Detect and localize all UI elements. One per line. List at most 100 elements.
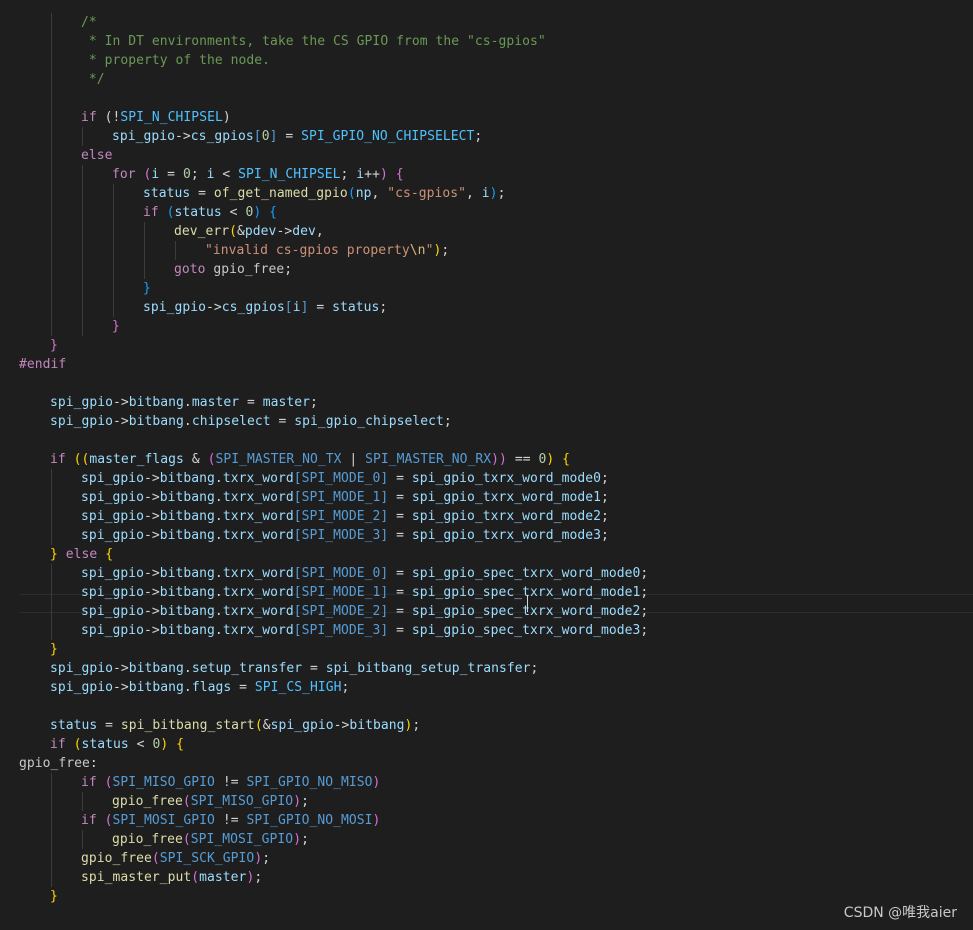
code-line[interactable]: spi_gpio->bitbang.txrx_word[SPI_MODE_0] … [81,469,609,488]
code-token: ; [600,471,609,486]
code-line[interactable]: spi_gpio->bitbang.txrx_word[SPI_MODE_1] … [81,583,648,602]
code-token: ( [158,205,175,220]
code-line[interactable]: * In DT environments, take the CS GPIO f… [81,32,546,51]
code-line[interactable]: } else { [50,545,113,564]
code-token: ( [254,718,263,733]
indent-guide [175,241,176,260]
code-line[interactable]: status = spi_bitbang_start(&spi_gpio->bi… [50,716,420,735]
code-token: spi_gpio [81,509,145,524]
code-line[interactable]: gpio_free(SPI_MISO_GPIO); [112,792,309,811]
code-token: . [183,661,192,676]
code-token: SPI_MOSI_GPIO [112,813,215,828]
code-token: bitbang [128,680,184,695]
code-token: ( [182,794,191,809]
code-token: . [214,490,223,505]
code-token: SPI_MOSI_GPIO [190,832,294,847]
code-token: txrx_word [222,509,294,524]
code-token: bitbang [159,528,215,543]
code-token: spi_gpio_txrx_word_mode1 [411,490,601,505]
code-line[interactable]: goto gpio_free; [174,260,292,279]
code-line[interactable]: spi_gpio->bitbang.chipselect = spi_gpio_… [50,412,452,431]
code-line[interactable]: else [81,146,113,165]
code-line[interactable]: } [50,640,58,659]
code-line[interactable]: if (status < 0) { [50,735,184,754]
code-token: , [315,224,324,239]
code-line[interactable]: for (i = 0; i < SPI_N_CHIPSEL; i++) { [112,165,404,184]
code-token: gpio_free [213,262,285,277]
code-line[interactable]: gpio_free: [19,754,98,773]
code-token: spi_gpio [50,395,114,410]
code-token: SPI_MASTER_NO_TX [215,452,342,467]
code-token: = [308,300,333,315]
code-line[interactable]: spi_gpio->cs_gpios[i] = status; [143,298,387,317]
code-line[interactable]: if (!SPI_N_CHIPSEL) [81,108,231,127]
code-token: spi_gpio_spec_txrx_word_mode3 [411,623,641,638]
code-line[interactable]: */ [81,70,105,89]
code-token: status [143,186,191,201]
code-token: = [388,490,412,505]
code-token: SPI_GPIO_NO_CHIPSELECT [301,129,475,144]
code-token: spi_gpio [81,490,145,505]
code-token: spi_gpio [50,680,114,695]
code-token: ; [443,414,452,429]
code-line[interactable]: } [50,887,58,906]
code-token: dev_err [174,224,230,239]
code-line[interactable]: spi_gpio->bitbang.master = master; [50,393,318,412]
code-line[interactable]: if (status < 0) { [143,203,277,222]
indent-guide [82,792,83,811]
code-token: ; [412,718,421,733]
code-line[interactable]: spi_gpio->bitbang.txrx_word[SPI_MODE_3] … [81,526,609,545]
code-token: SPI_GPIO_NO_MISO [246,775,373,790]
code-token: = [388,528,412,543]
code-line[interactable]: spi_gpio->bitbang.txrx_word[SPI_MODE_3] … [81,621,648,640]
code-token: , [466,186,482,201]
code-line[interactable]: spi_gpio->bitbang.flags = SPI_CS_HIGH; [50,678,349,697]
code-line[interactable]: spi_gpio->bitbang.txrx_word[SPI_MODE_2] … [81,602,648,621]
code-token: } [143,281,151,296]
code-editor[interactable]: /* * In DT environments, take the CS GPI… [0,0,973,930]
code-line[interactable]: gpio_free(SPI_MOSI_GPIO); [112,830,309,849]
code-token: != [214,813,247,828]
code-line[interactable]: spi_gpio->bitbang.txrx_word[SPI_MODE_2] … [81,507,609,526]
code-token: -> [144,623,160,638]
code-line[interactable]: spi_gpio->bitbang.txrx_word[SPI_MODE_0] … [81,564,648,583]
code-line[interactable]: * property of the node. [81,51,270,70]
code-token: status [50,718,98,733]
code-token: master_flags [89,452,184,467]
code-token: ) { [160,737,184,752]
code-token: else [81,148,113,163]
code-line[interactable]: spi_master_put(master); [81,868,262,887]
code-line[interactable]: } [50,336,58,355]
code-line[interactable]: if ((master_flags & (SPI_MASTER_NO_TX | … [50,450,570,469]
code-token: spi_gpio [270,718,334,733]
code-line[interactable]: status = of_get_named_gpio(np, "cs-gpios… [143,184,505,203]
code-line[interactable]: spi_gpio->cs_gpios[0] = SPI_GPIO_NO_CHIP… [112,127,482,146]
code-line[interactable]: gpio_free(SPI_SCK_GPIO); [81,849,270,868]
indent-guide [144,222,145,279]
code-token: spi_gpio [81,604,145,619]
code-line[interactable]: spi_gpio->bitbang.setup_transfer = spi_b… [50,659,538,678]
code-token: < [128,737,153,752]
code-token: ; [600,509,609,524]
code-token: spi_gpio [143,300,207,315]
code-token: gpio_free [112,832,183,847]
code-token: = [239,395,263,410]
indent-guide [51,773,52,887]
code-line[interactable]: /* [81,13,97,32]
code-line[interactable]: "invalid cs-gpios property\n"); [205,241,449,260]
code-token: SPI_MODE_3 [301,623,381,638]
code-line[interactable]: if (SPI_MOSI_GPIO != SPI_GPIO_NO_MOSI) [81,811,380,830]
code-line[interactable]: dev_err(&pdev->dev, [174,222,324,241]
code-line[interactable]: } [143,279,151,298]
code-line[interactable]: #endif [19,355,66,374]
code-line[interactable]: } [112,317,120,336]
code-line[interactable]: if (SPI_MISO_GPIO != SPI_GPIO_NO_MISO) [81,773,380,792]
code-token: ; [441,243,450,258]
code-line[interactable]: spi_gpio->bitbang.txrx_word[SPI_MODE_1] … [81,488,609,507]
code-token: pdev [244,224,277,239]
code-token: ; [262,851,271,866]
code-token: = [190,186,214,201]
code-token: "invalid cs-gpios property [205,243,410,258]
code-token: if [81,813,97,828]
